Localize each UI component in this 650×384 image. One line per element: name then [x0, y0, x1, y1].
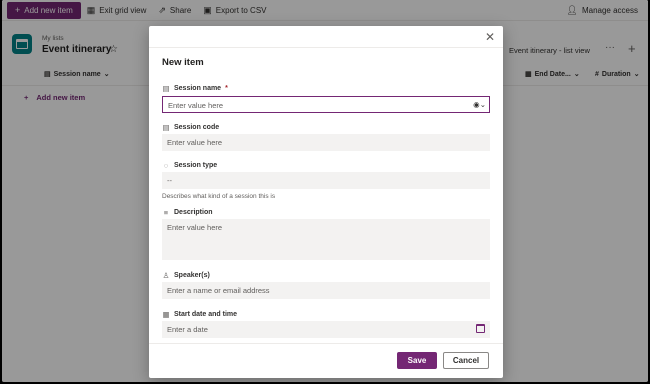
session-code-input[interactable]: Enter value here: [162, 134, 490, 151]
speakers-label: ♙ Speaker(s): [162, 271, 210, 280]
session-type-select[interactable]: --: [162, 172, 490, 189]
form-body: ▤ Session name * Enter value here ◉⌄ ▤ S…: [149, 75, 503, 343]
start-date-label: ▦ Start date and time: [162, 310, 237, 319]
session-name-input[interactable]: Enter value here ◉⌄: [162, 96, 490, 113]
dialog-title: New item: [162, 57, 204, 68]
session-code-label: ▤ Session code: [162, 123, 219, 132]
text-field-icon: ▤: [162, 84, 170, 93]
calendar-icon: ▦: [162, 310, 170, 319]
new-item-dialog: ✕ New item ▤ Session name * Enter value …: [149, 26, 503, 378]
start-date-input[interactable]: Enter a date: [162, 321, 490, 338]
label-text: Description: [174, 209, 213, 216]
cancel-button[interactable]: Cancel: [443, 352, 489, 369]
speakers-input[interactable]: Enter a name or email address: [162, 282, 490, 299]
label-text: Start date and time: [174, 311, 238, 318]
session-type-helper: Describes what kind of a session this is: [162, 193, 276, 200]
multiline-text-icon: ≡: [163, 208, 169, 217]
divider: [149, 343, 503, 344]
placeholder: Enter value here: [168, 101, 224, 110]
label-text: Session code: [174, 124, 220, 131]
description-label: ≡ Description: [162, 208, 213, 217]
autofill-person-icon[interactable]: ◉⌄: [473, 100, 486, 109]
person-icon: ♙: [162, 271, 170, 280]
label-text: Session name: [174, 85, 222, 92]
label-text: Session type: [174, 162, 218, 169]
selected-value: --: [167, 176, 172, 185]
label-text: Speaker(s): [174, 272, 210, 279]
placeholder: Enter a name or email address: [167, 286, 270, 295]
session-type-label: ◌ Session type: [162, 161, 217, 170]
app-window: + Add new item ▦ Exit grid view ⇗ Share …: [2, 0, 648, 382]
placeholder: Enter a date: [167, 325, 208, 334]
save-button[interactable]: Save: [397, 352, 437, 369]
close-icon[interactable]: ✕: [485, 30, 495, 44]
description-textarea[interactable]: Enter value here: [162, 219, 490, 260]
session-name-label: ▤ Session name *: [162, 84, 228, 93]
placeholder: Enter value here: [167, 223, 223, 232]
text-field-icon: ▤: [162, 123, 170, 132]
divider: [149, 47, 503, 48]
choice-icon: ◌: [163, 161, 169, 170]
placeholder: Enter value here: [167, 138, 223, 147]
required-marker: *: [225, 85, 228, 92]
calendar-picker-icon[interactable]: [476, 324, 485, 333]
